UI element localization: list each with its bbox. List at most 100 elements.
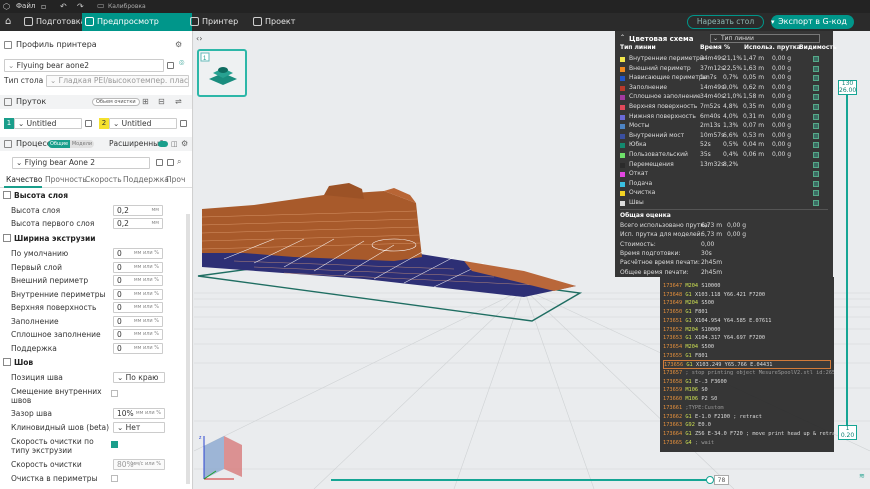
gcode-line[interactable]: 173658 G1 E-.3 F3600	[663, 378, 727, 387]
gcode-line[interactable]: 173651 G1 X104.954 Y64.585 E.07611	[663, 317, 771, 326]
visibility-checkbox[interactable]	[813, 94, 819, 101]
edit-icon[interactable]	[85, 120, 92, 127]
calibration-icon[interactable]: ▭	[97, 0, 105, 11]
legend-row[interactable]: Нижняя поверхность 6m40s 4,0% 0,31 m 0,00 g	[615, 112, 833, 122]
visibility-checkbox[interactable]	[813, 104, 819, 110]
visibility-checkbox[interactable]	[813, 56, 819, 62]
edit-icon[interactable]	[167, 159, 174, 166]
legend-row[interactable]: Очистка	[615, 188, 833, 198]
flushing-volume-button[interactable]: Обьем очистки	[92, 98, 140, 106]
subtab-others[interactable]: Проч	[166, 175, 185, 184]
line-width-input[interactable]: 0 мм или %	[113, 288, 163, 300]
layer-slider-bottom-label[interactable]: 1 0.20	[838, 425, 857, 440]
line-width-input[interactable]: 0 мм или %	[113, 248, 163, 259]
gcode-line[interactable]: 173665 G4 ; wait	[663, 439, 714, 448]
gcode-line[interactable]: 173657 ; stop printing object MesureSpoo…	[663, 369, 834, 378]
save-icon[interactable]	[156, 159, 163, 166]
move-slider-track[interactable]	[331, 479, 711, 481]
undo-icon[interactable]: ↶	[60, 1, 67, 12]
settings-scrollbar[interactable]	[186, 214, 190, 484]
remove-filament-icon[interactable]: ⊟	[158, 95, 165, 109]
line-width-input[interactable]: 0 мм или %	[113, 275, 163, 286]
settings-icon[interactable]: ⚙	[181, 137, 188, 151]
legend-row[interactable]: Перемещения 13m32s 8,2%	[615, 160, 833, 170]
first-layer-height-input[interactable]: 0,2 мм	[113, 218, 163, 229]
export-gcode-button[interactable]: Экспорт в G-код	[771, 15, 854, 29]
wipe-on-loops-checkbox[interactable]	[111, 475, 118, 482]
edit-icon[interactable]	[167, 62, 174, 69]
visibility-checkbox[interactable]	[813, 75, 819, 82]
gcode-line[interactable]: 173652 M204 S10000	[663, 326, 720, 335]
legend-row[interactable]: Нависающие периметры 1m7s 0,7% 0,05 m 0,00 g	[615, 73, 833, 83]
tab-printer[interactable]: Принтер	[187, 13, 243, 31]
legend-row[interactable]: Сплошное заполнение 34m40s 21,0% 1,58 m 0,00…	[615, 92, 833, 102]
line-width-input[interactable]: 0 мм или %	[113, 342, 163, 354]
legend-row[interactable]: Заполнение 14m49s 9,0% 0,62 m 0,00 g	[615, 83, 833, 93]
filament-1-select[interactable]: ⌄ Untitled	[14, 118, 82, 129]
visibility-checkbox[interactable]	[813, 142, 819, 149]
gcode-line[interactable]: 173664 G1 Z56 E-34.0 F720 ; move print h…	[663, 430, 834, 439]
visibility-checkbox[interactable]	[813, 171, 819, 178]
gcode-line[interactable]: 173648 G1 X103.118 Y66.421 F7200	[663, 291, 765, 300]
visibility-checkbox[interactable]	[813, 113, 819, 120]
gcode-line[interactable]: 173654 M204 S500	[663, 343, 714, 352]
visibility-checkbox[interactable]	[813, 180, 819, 187]
line-width-input[interactable]: 0 мм или %	[113, 302, 163, 313]
legend-row[interactable]: Внутренний мост 10m57s 6,6% 0,53 m 0,00 g	[615, 131, 833, 141]
wipe-speed-by-type-checkbox[interactable]	[111, 441, 118, 448]
add-filament-icon[interactable]: ⊞	[142, 95, 149, 109]
seam-position-select[interactable]: ⌄ По краю	[113, 372, 165, 383]
visibility-checkbox[interactable]	[813, 65, 819, 72]
legend-row[interactable]: Внутренние периметры 34m49s 21,1% 1,47 m 0,0…	[615, 54, 833, 64]
scarf-seam-select[interactable]: ⌄ Нет	[113, 422, 165, 433]
legend-row[interactable]: Швы	[615, 198, 833, 208]
visibility-checkbox[interactable]	[813, 84, 819, 91]
save-icon[interactable]: ▫	[41, 1, 46, 12]
slice-plate-button[interactable]: Нарезать стол	[687, 15, 764, 29]
gcode-line[interactable]: 173655 G1 F801	[663, 352, 708, 361]
gcode-line[interactable]: 173650 G1 F801	[663, 308, 708, 317]
gcode-line[interactable]: 173661 ;TYPE:Custom	[663, 404, 724, 413]
visibility-checkbox[interactable]	[813, 132, 819, 139]
visibility-checkbox[interactable]	[813, 200, 819, 206]
collapse-icon[interactable]: ⌃	[620, 34, 625, 41]
chevron-down-icon[interactable]: ▾	[771, 17, 781, 27]
staggered-inner-seams-checkbox[interactable]	[111, 390, 118, 397]
legend-row[interactable]: Подача	[615, 179, 833, 189]
move-slider-handle[interactable]	[706, 476, 714, 484]
color-scheme-select[interactable]: ⌄ Тип линии	[710, 34, 820, 43]
process-models-tab[interactable]: Модели	[70, 140, 94, 148]
gcode-line[interactable]: 173660 M106 P2 S0	[663, 395, 717, 404]
gcode-line[interactable]: 173653 G1 X104.317 Y64.697 F7200	[663, 334, 765, 343]
gcode-line[interactable]: 173649 M204 S500	[663, 299, 714, 308]
advanced-toggle[interactable]	[158, 141, 168, 147]
line-width-input[interactable]: 0 мм или %	[113, 315, 163, 327]
calibration-menu[interactable]: Калибровка	[108, 0, 146, 13]
gcode-viewer[interactable]: 173647 M204 S10000 173648 G1 X103.118 Y66…	[660, 277, 834, 452]
tab-project[interactable]: Проект	[250, 13, 300, 31]
gcode-line[interactable]: 173647 M204 S10000	[663, 282, 720, 291]
subtab-quality[interactable]: Качество	[6, 175, 42, 184]
home-icon[interactable]: ⌂	[5, 16, 11, 28]
gcode-line[interactable]: 173656 G1 X103.249 Y65.766 E.04431	[663, 360, 831, 369]
settings-icon[interactable]: ⚙	[175, 38, 182, 52]
sync-icon[interactable]: ⇌	[175, 95, 182, 109]
file-menu[interactable]: Файл	[16, 0, 35, 13]
tab-prepare[interactable]: Подготовка	[21, 13, 86, 31]
redo-icon[interactable]: ↷	[77, 1, 84, 12]
gcode-line[interactable]: 173663 G92 E0.0	[663, 421, 711, 430]
layer-slider-track[interactable]	[846, 92, 848, 426]
legend-row[interactable]: Мосты 2m13s 1,3% 0,07 m 0,00 g	[615, 121, 833, 131]
wifi-icon[interactable]: ⌾	[179, 59, 184, 69]
search-icon[interactable]: ⌕	[177, 157, 181, 167]
legend-row[interactable]: Верхняя поверхность 7m52s 4,8% 0,35 m 0,00 g	[615, 102, 833, 112]
tab-slice-preview[interactable]: Предпросмотр нарезки	[82, 13, 192, 44]
subtab-strength[interactable]: Прочность	[45, 175, 87, 184]
seam-gap-input[interactable]: 10% мм или %	[113, 408, 165, 419]
visibility-checkbox[interactable]	[813, 152, 819, 158]
visibility-checkbox[interactable]	[813, 123, 819, 130]
filament-2-select[interactable]: ⌄ Untitled	[109, 118, 177, 129]
compare-icon[interactable]: ◫	[171, 137, 178, 151]
visibility-checkbox[interactable]	[813, 190, 819, 197]
subtab-support[interactable]: Поддержка	[123, 175, 169, 184]
